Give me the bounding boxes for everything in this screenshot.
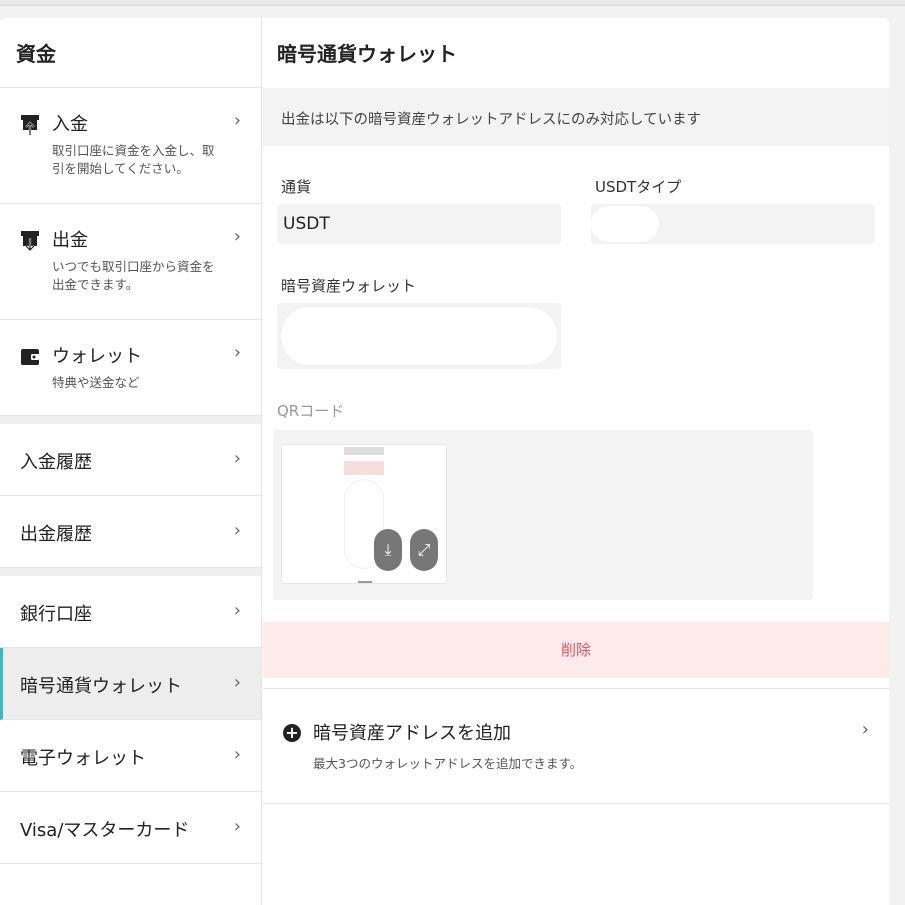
sidebar-item-withdraw-history[interactable]: 出金履歴 › [0, 496, 261, 568]
main-content: 暗号通貨ウォレット 出金は以下の暗号資産ウォレットアドレスにのみ対応しています … [263, 18, 889, 905]
sidebar-item-label: 出金履歴 [20, 524, 92, 545]
currency-field[interactable]: USDT [277, 204, 561, 244]
add-address-desc: 最大3つのウォレットアドレスを追加できます。 [313, 756, 583, 771]
notice-banner: 出金は以下の暗号資産ウォレットアドレスにのみ対応しています [263, 88, 889, 146]
sidebar-item-label: 出金 [52, 230, 88, 251]
section-divider [0, 416, 261, 424]
sidebar: 資金 入金 取引口座に資金を入金し、取引を開始してください。 › 出金 いつでも… [0, 18, 262, 905]
funds-panel: 資金 入金 取引口座に資金を入金し、取引を開始してください。 › 出金 いつでも… [0, 18, 889, 905]
page-gutter [889, 18, 905, 905]
sidebar-item-label: 暗号通貨ウォレット [20, 676, 182, 697]
delete-button[interactable]: 削除 [263, 622, 889, 678]
redacted-value [591, 206, 659, 242]
section-divider [0, 568, 261, 576]
chevron-right-icon: › [233, 448, 241, 469]
sidebar-item-desc: 特典や送金など [52, 375, 140, 390]
withdraw-icon [21, 231, 39, 252]
sidebar-item-label: 入金履歴 [20, 452, 92, 473]
add-address-title: 暗号資産アドレスを追加 [313, 723, 511, 744]
wallet-address-field[interactable] [277, 303, 561, 369]
sidebar-item-label: 銀行口座 [20, 604, 92, 625]
sidebar-item-label: ウォレット [52, 346, 142, 367]
preview-header [344, 447, 384, 455]
chevron-right-icon: › [861, 719, 869, 740]
sidebar-item-desc: 取引口座に資金を入金し、取引を開始してください。 [52, 143, 215, 176]
qr-image-preview[interactable]: ⤓ ⤢ [281, 444, 447, 584]
preview-handle [358, 581, 372, 583]
usdt-type-label: USDTタイプ [595, 178, 682, 196]
sidebar-item-label: 電子ウォレット [20, 748, 146, 769]
sidebar-item-bank-account[interactable]: 銀行口座 › [0, 576, 261, 648]
top-border [0, 0, 905, 6]
chevron-right-icon: › [233, 600, 241, 621]
redacted-address [281, 307, 557, 365]
chevron-right-icon: › [233, 816, 241, 837]
chevron-right-icon: › [233, 672, 241, 693]
deposit-icon [21, 115, 39, 135]
wallet-address-label: 暗号資産ウォレット [281, 277, 417, 295]
preview-banner [344, 461, 384, 475]
chevron-right-icon: › [233, 342, 241, 363]
chevron-right-icon: › [233, 110, 241, 131]
sidebar-item-e-wallet[interactable]: 電子ウォレット › [0, 720, 261, 792]
chevron-right-icon: › [233, 226, 241, 247]
qr-code-label: QRコード [277, 402, 345, 420]
sidebar-item-crypto-wallet[interactable]: 暗号通貨ウォレット › [0, 648, 261, 720]
currency-value: USDT [283, 214, 330, 234]
sidebar-item-withdraw[interactable]: 出金 いつでも取引口座から資金を出金できます。 › [0, 204, 261, 320]
sidebar-item-label: 入金 [52, 114, 88, 135]
sidebar-item-label: Visa/マスターカード [20, 820, 190, 841]
plus-circle-icon: + [283, 724, 301, 742]
chevron-right-icon: › [233, 520, 241, 541]
qr-code-area: ⤓ ⤢ [273, 430, 813, 600]
chevron-right-icon: › [233, 744, 241, 765]
sidebar-item-wallet[interactable]: ウォレット 特典や送金など › [0, 320, 261, 416]
usdt-type-field[interactable] [591, 204, 875, 244]
sidebar-title: 資金 [0, 18, 261, 88]
wallet-icon [21, 349, 39, 365]
page-title: 暗号通貨ウォレット [277, 42, 457, 66]
sidebar-item-desc: いつでも取引口座から資金を出金できます。 [52, 259, 215, 292]
sidebar-item-deposit[interactable]: 入金 取引口座に資金を入金し、取引を開始してください。 › [0, 88, 261, 204]
expand-icon[interactable]: ⤢ [410, 529, 438, 571]
sidebar-item-deposit-history[interactable]: 入金履歴 › [0, 424, 261, 496]
add-crypto-address-button[interactable]: + 暗号資産アドレスを追加 最大3つのウォレットアドレスを追加できます。 › [263, 688, 889, 804]
download-icon[interactable]: ⤓ [374, 529, 402, 571]
sidebar-item-card[interactable]: Visa/マスターカード › [0, 792, 261, 864]
currency-label: 通貨 [281, 178, 312, 196]
